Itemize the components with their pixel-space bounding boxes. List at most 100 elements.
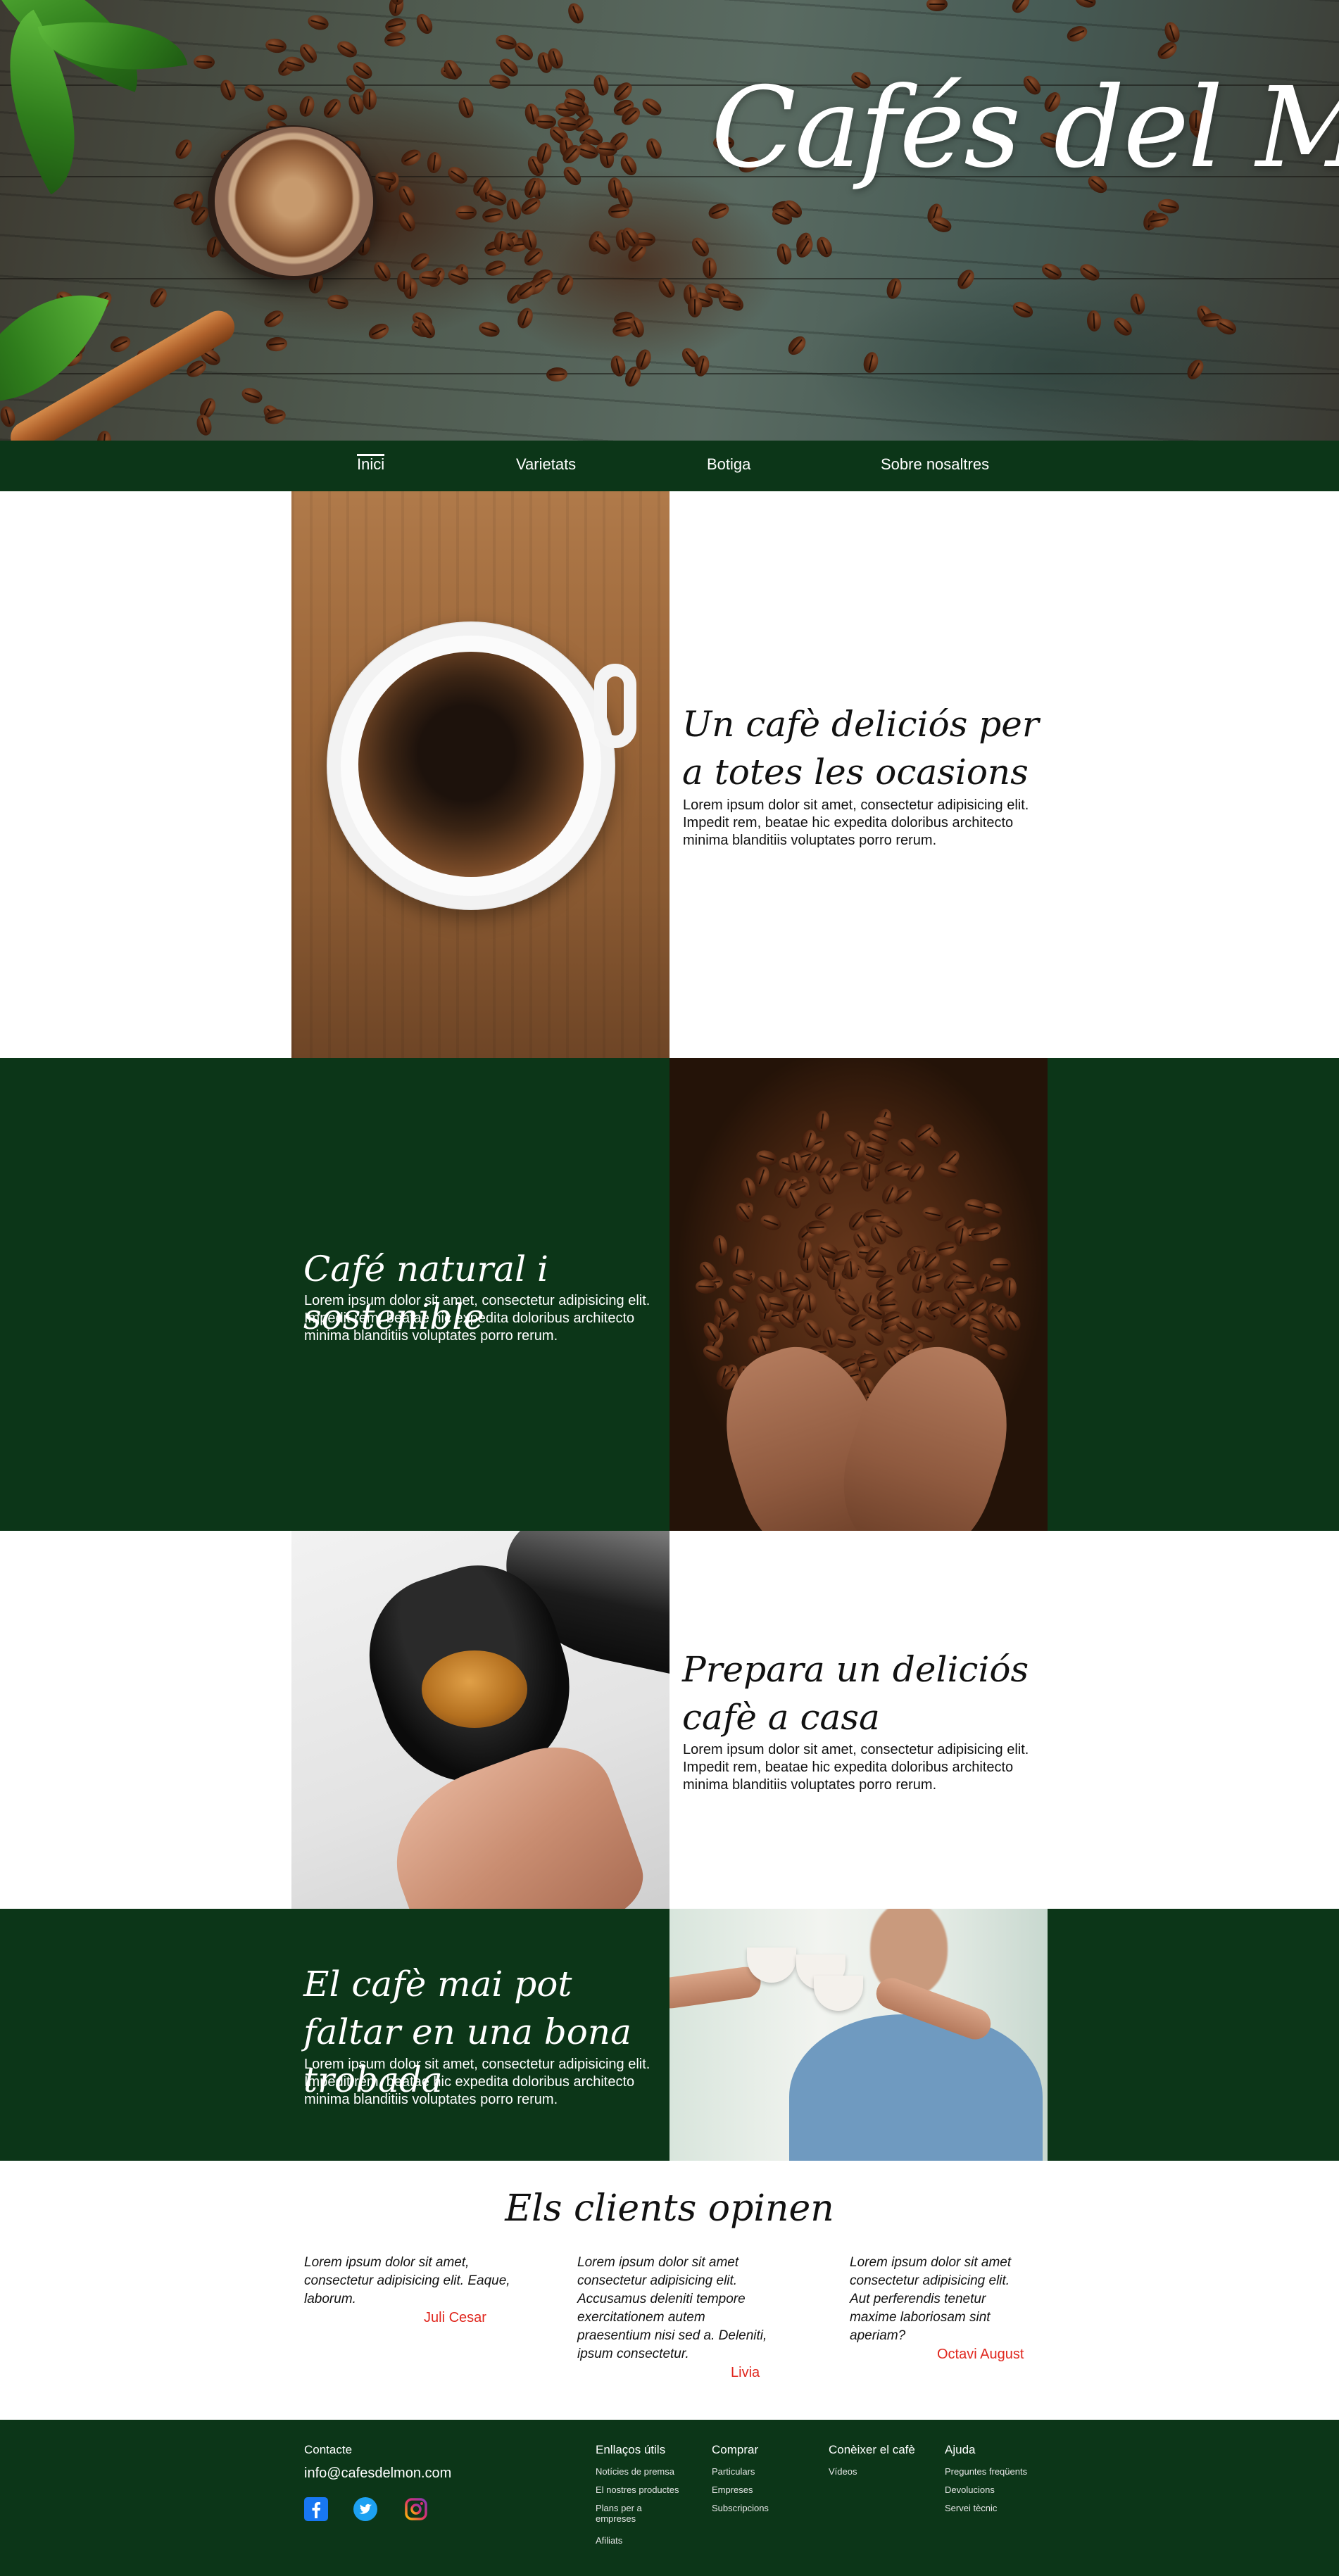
coffee-bean [306, 13, 331, 32]
coffee-surface [358, 652, 584, 877]
testimonial-author-1: Juli Cesar [424, 2310, 486, 2325]
coffee-bean [1110, 314, 1136, 340]
coffee-bean [805, 1219, 828, 1235]
footer-link-devolucions[interactable]: Devolucions [945, 2485, 995, 2495]
coffee-bean [712, 1234, 729, 1257]
coffee-bean [326, 293, 350, 311]
testimonial-author-2: Livia [731, 2365, 760, 2380]
coffee-bean [793, 234, 816, 260]
coffee-bean [383, 15, 408, 35]
footer-link-productes[interactable]: El nostres productes [596, 2485, 679, 2495]
feature-title-3: Prepara un deliciós cafè a casa [682, 1649, 1029, 1738]
coffee-bean [362, 88, 377, 110]
footer-link-preguntes[interactable]: Preguntes freqüents [945, 2466, 1027, 2477]
coffee-bean [703, 257, 717, 279]
coffee-bean [1086, 310, 1102, 332]
feature-body-4: Lorem ipsum dolor sit amet, consectetur … [304, 2057, 650, 2107]
twitter-icon[interactable] [353, 2497, 377, 2521]
main-navigation: Inici Varietats Botiga Sobre nosaltres [0, 441, 1339, 491]
footer-link-plans-empreses[interactable]: Plans per a empreses [596, 2503, 652, 2524]
testimonial-text-2: Lorem ipsum dolor sit amet consectetur a… [577, 2255, 767, 2361]
contact-heading: Contacte [304, 2443, 353, 2456]
coffee-bean [172, 137, 196, 163]
footer-heading-coneixer: Conèixer el cafè [829, 2443, 915, 2456]
coffee-bean [396, 182, 418, 208]
coffee-bean [814, 234, 836, 260]
coffee-bean [1008, 0, 1033, 17]
coffee-bean [1154, 39, 1180, 63]
coffee-bean [1184, 357, 1207, 383]
coffee-bean [553, 272, 577, 298]
coffee-bean [695, 1279, 717, 1294]
footer-link-empreses[interactable]: Empreses [712, 2485, 753, 2495]
nav-item-varietats[interactable]: Varietats [516, 456, 576, 473]
coffee-bean [489, 74, 511, 90]
coffee-bean [834, 1332, 857, 1350]
coffee-bean [107, 333, 133, 355]
coffee-bean [260, 307, 287, 332]
footer-link-afiliats[interactable]: Afiliats [596, 2535, 622, 2546]
coffee-bean [320, 96, 345, 122]
coffee-bean [455, 95, 476, 120]
coffee-bean [754, 1148, 779, 1168]
coffee-bean [444, 163, 470, 187]
coffee-bean [639, 95, 665, 119]
facebook-icon[interactable] [304, 2497, 328, 2521]
pouring-coffee-photo [291, 1531, 670, 1909]
coffee-bean [700, 1342, 726, 1365]
contact-email-link[interactable]: info@cafesdelmon.com [304, 2465, 451, 2482]
espresso-crema [422, 1650, 527, 1728]
man-in-blue-shirt [789, 2014, 1043, 2161]
coffee-bean [838, 1161, 862, 1178]
nav-item-sobre-nosaltres[interactable]: Sobre nosaltres [881, 456, 989, 473]
footer-heading-ajuda: Ajuda [945, 2443, 976, 2456]
coffee-bean [884, 276, 904, 301]
footer-link-particulars[interactable]: Particulars [712, 2466, 755, 2477]
coffee-bean [812, 1199, 838, 1223]
coffee-bean [643, 136, 665, 162]
coffee-bean [1162, 20, 1183, 45]
coffee-bean [954, 267, 978, 293]
coffee-bean [813, 1109, 831, 1132]
feature-section-1 [0, 491, 1339, 1058]
coffee-bean [384, 30, 407, 48]
coffee-bean [515, 305, 536, 331]
coffee-bean [989, 1258, 1011, 1273]
coffee-bean [608, 354, 628, 379]
coffee-bean [729, 1245, 746, 1268]
footer-link-subscripcions[interactable]: Subscripcions [712, 2503, 769, 2513]
instagram-icon[interactable] [404, 2497, 428, 2521]
coffee-bean [591, 72, 611, 97]
white-cup [814, 1976, 863, 2011]
coffee-bean [617, 153, 640, 179]
hero-banner: Cafés del Món [0, 0, 1339, 441]
coffee-bean [861, 351, 880, 375]
site-title: Cafés del Món [711, 63, 1339, 193]
site-footer: Contacte info@cafesdelmon.com Enllaços ú… [0, 2420, 1339, 2576]
coffee-bean [96, 430, 113, 441]
feature-body-3: Lorem ipsum dolor sit amet, consectetur … [683, 1742, 1029, 1793]
coffee-bean [1039, 260, 1065, 284]
coffee-bean [408, 249, 434, 274]
coffee-bean [1076, 260, 1102, 284]
coffee-bean [687, 296, 702, 317]
nav-item-inici[interactable]: Inici [357, 454, 385, 473]
friends-cheers-photo [670, 1909, 1048, 2161]
testimonial-author-3: Octavi August [937, 2347, 1024, 2362]
coffee-bean [936, 1161, 960, 1180]
coffee-bean [1073, 0, 1098, 11]
coffee-bean [413, 11, 436, 37]
testimonial-text-3: Lorem ipsum dolor sit amet consectetur a… [850, 2255, 1012, 2343]
coffee-bean [297, 94, 317, 119]
feature-title-1: Un cafè deliciós per a totes les ocasion… [682, 704, 1039, 793]
coffee-bean [775, 242, 794, 267]
nav-item-botiga[interactable]: Botiga [707, 456, 750, 473]
coffee-bean [370, 258, 394, 284]
coffee-bean [481, 206, 505, 225]
wood-plank-line [0, 278, 1339, 279]
footer-link-noticies[interactable]: Notícies de premsa [596, 2466, 674, 2477]
coffee-bean [477, 320, 502, 339]
footer-link-servei-tecnic[interactable]: Servei tècnic [945, 2503, 997, 2513]
feature-body-2: Lorem ipsum dolor sit amet, consectetur … [304, 1293, 650, 1344]
footer-link-videos[interactable]: Vídeos [829, 2466, 857, 2477]
